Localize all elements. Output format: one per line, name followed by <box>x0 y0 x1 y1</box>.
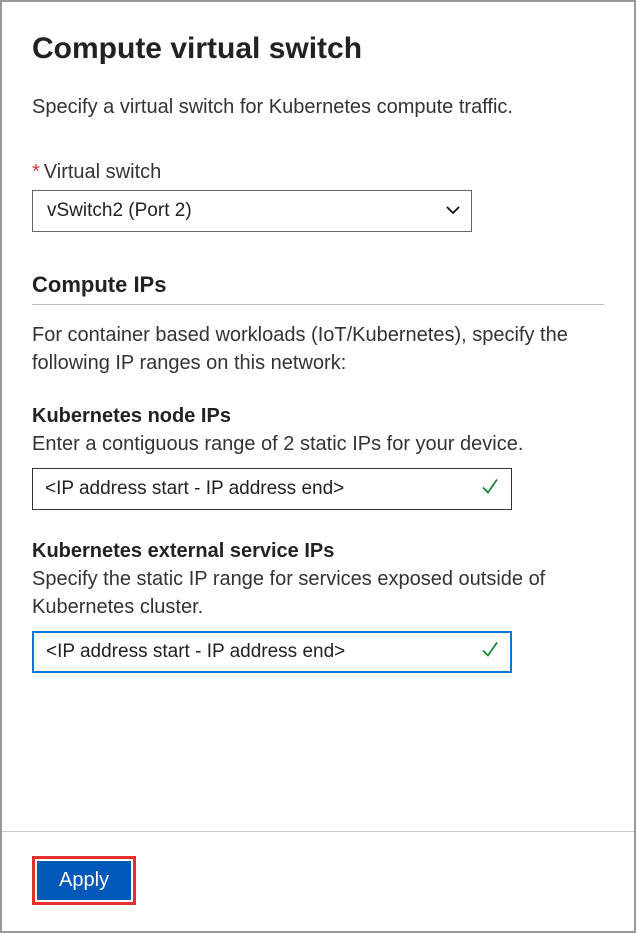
service-ips-heading: Kubernetes external service IPs <box>32 540 604 563</box>
page-title: Compute virtual switch <box>32 32 604 66</box>
node-ips-input[interactable] <box>32 468 512 510</box>
node-ips-input-wrapper <box>32 468 512 510</box>
main-content: Compute virtual switch Specify a virtual… <box>2 2 634 831</box>
virtual-switch-label-text: Virtual switch <box>44 161 161 183</box>
page-description: Specify a virtual switch for Kubernetes … <box>32 94 604 121</box>
service-ips-input-wrapper <box>32 631 512 673</box>
node-ips-description: Enter a contiguous range of 2 static IPs… <box>32 430 604 458</box>
service-ips-input[interactable] <box>32 631 512 673</box>
apply-button-highlight: Apply <box>32 856 136 905</box>
compute-ips-heading: Compute IPs <box>32 272 604 305</box>
virtual-switch-select-wrapper: vSwitch2 (Port 2) <box>32 190 472 232</box>
service-ips-description: Specify the static IP range for services… <box>32 565 604 621</box>
node-ips-heading: Kubernetes node IPs <box>32 405 604 428</box>
footer: Apply <box>2 831 634 931</box>
virtual-switch-select[interactable]: vSwitch2 (Port 2) <box>32 190 472 232</box>
required-indicator: * <box>32 161 40 183</box>
apply-button[interactable]: Apply <box>37 861 131 900</box>
virtual-switch-value: vSwitch2 (Port 2) <box>47 200 192 222</box>
compute-ips-description: For container based workloads (IoT/Kuber… <box>32 321 604 377</box>
virtual-switch-label: *Virtual switch <box>32 161 604 184</box>
